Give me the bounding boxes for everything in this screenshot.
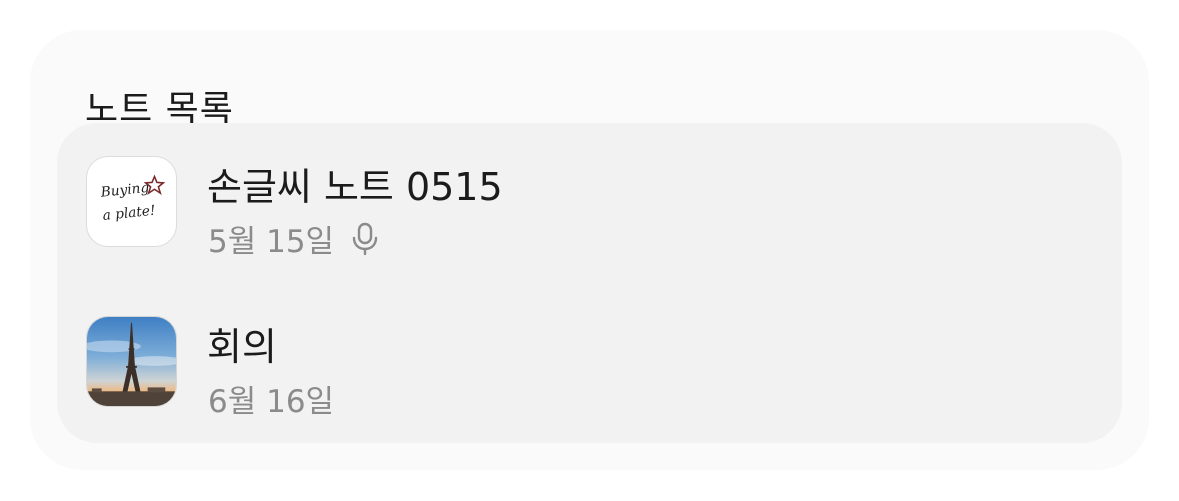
note-meta: 6월 16일 xyxy=(208,376,334,421)
handwriting-line-1: Buying xyxy=(99,180,150,201)
note-date: 6월 16일 xyxy=(208,384,335,420)
handwriting-thumbnail-image: Buying a plate! xyxy=(99,174,166,224)
note-list-panel: 노트 목록 Buying a plate! 손글씨 노트 0515 5월 15일 xyxy=(30,30,1149,470)
note-date: 5월 15일 xyxy=(208,224,335,260)
note-title: 회의 xyxy=(207,325,277,369)
microphone-icon xyxy=(350,221,380,257)
note-meta: 5월 15일 xyxy=(208,216,380,261)
list-item-note-0515[interactable]: Buying a plate! 손글씨 노트 0515 5월 15일 xyxy=(57,128,1122,278)
note-thumbnail-handwriting: Buying a plate! xyxy=(86,156,177,247)
note-list: Buying a plate! 손글씨 노트 0515 5월 15일 회의 6월… xyxy=(57,123,1122,443)
note-title: 손글씨 노트 0515 xyxy=(207,165,503,209)
handwriting-line-2: a plate! xyxy=(102,203,156,224)
eiffel-tower-photo xyxy=(87,317,176,406)
list-item-meeting[interactable]: 회의 6월 16일 xyxy=(57,288,1122,438)
note-thumbnail-photo xyxy=(86,316,177,407)
